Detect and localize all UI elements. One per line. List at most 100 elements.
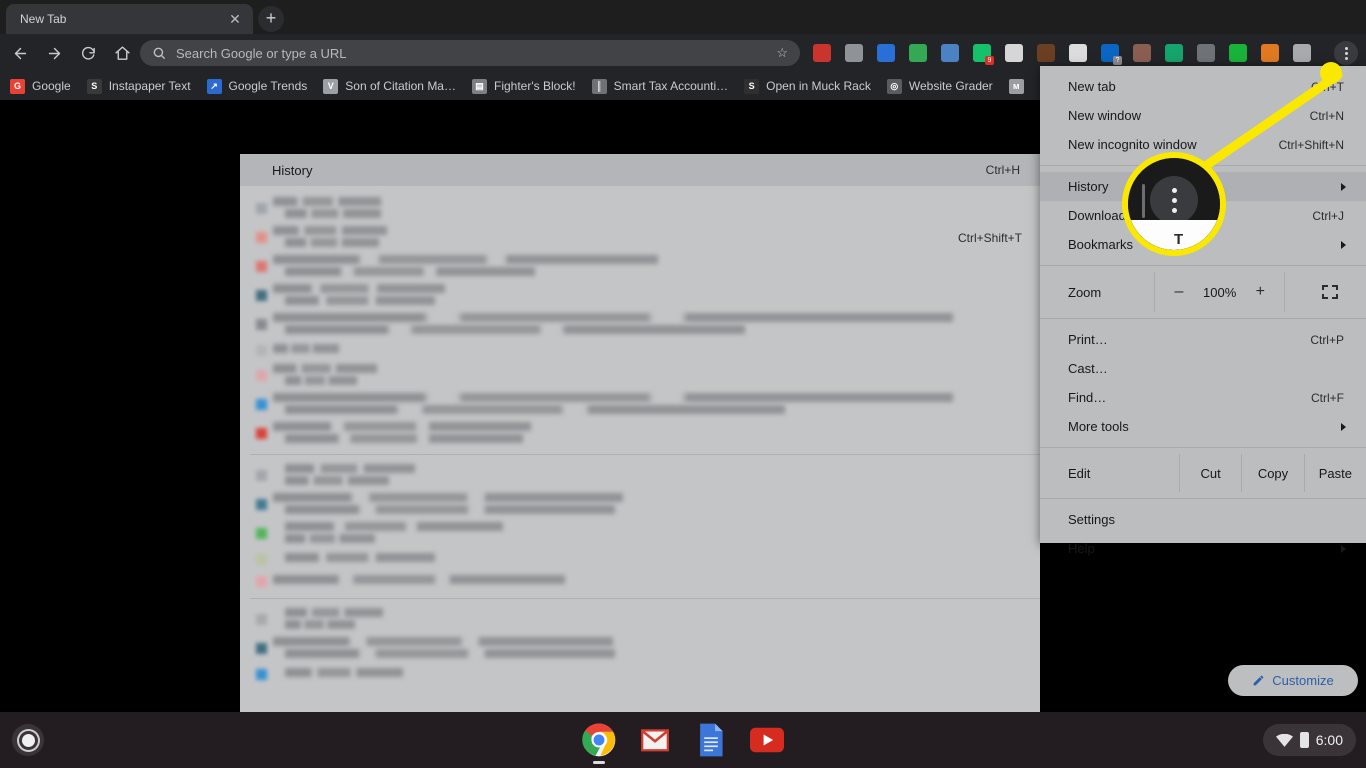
blurred-text-line [285, 208, 381, 218]
history-submenu-header[interactable]: History Ctrl+H [240, 154, 1040, 186]
system-status-tray[interactable]: 6:00 [1262, 724, 1356, 756]
ext-grammarly[interactable] [1165, 44, 1183, 62]
ext-cloud[interactable] [1197, 44, 1215, 62]
history-entry[interactable] [240, 390, 1040, 419]
history-entry-text [273, 636, 1020, 661]
history-entry[interactable]: Ctrl+Shift+T [240, 223, 1040, 252]
history-entry[interactable] [240, 461, 1040, 490]
ext-linkedin[interactable]: ? [1101, 44, 1122, 65]
fighters-block-icon: ▤ [471, 78, 487, 94]
menu-item-cast[interactable]: Cast… [1040, 354, 1366, 383]
history-entry[interactable] [240, 281, 1040, 310]
ext-door[interactable] [813, 44, 831, 62]
ext-brown-circle[interactable] [1133, 44, 1151, 62]
fullscreen-icon [1321, 285, 1338, 299]
three-dot-menu-icon[interactable] [1334, 41, 1358, 65]
instapaper-icon: S [86, 78, 102, 94]
bookmark-item[interactable]: S Open in Muck Rack [744, 78, 871, 94]
copy-button[interactable]: Copy [1242, 454, 1305, 492]
history-entry-text [273, 312, 1020, 337]
history-entry[interactable] [240, 519, 1040, 548]
history-entry[interactable] [240, 194, 1040, 223]
history-entry[interactable] [240, 570, 1040, 592]
history-entry[interactable] [240, 339, 1040, 361]
menu-item-shortcut: Ctrl+P [1310, 332, 1344, 347]
muckrack-icon: S [744, 78, 760, 94]
gmail-app-icon[interactable] [635, 720, 675, 760]
menu-item-print[interactable]: Print… Ctrl+P [1040, 325, 1366, 354]
history-entry-text [273, 421, 1020, 446]
close-icon[interactable]: ✕ [227, 11, 243, 27]
paste-button[interactable]: Paste [1305, 454, 1366, 492]
history-entry[interactable] [240, 310, 1040, 339]
ext-screenshot[interactable] [941, 44, 959, 62]
ext-ghost[interactable] [1005, 44, 1023, 62]
ext-flame[interactable] [1261, 44, 1279, 62]
submenu-arrow-icon [1341, 240, 1346, 249]
magnifier-letter: T [1174, 231, 1184, 248]
launcher-circle-icon[interactable] [12, 724, 44, 756]
ext-calculator[interactable] [1069, 44, 1087, 62]
ext-blue-square[interactable] [877, 44, 895, 62]
forward-arrow-icon[interactable] [40, 39, 68, 67]
menu-item-find[interactable]: Find… Ctrl+F [1040, 383, 1366, 412]
menu-item-label: History [1068, 179, 1109, 194]
tab-new-tab[interactable]: New Tab ✕ [6, 4, 253, 34]
history-entry[interactable] [240, 252, 1040, 281]
ext-google-drive[interactable] [909, 44, 927, 62]
ext-pen[interactable] [845, 44, 863, 62]
back-arrow-icon[interactable] [6, 39, 34, 67]
history-entry-text [273, 392, 1020, 417]
favicon [256, 428, 267, 439]
customize-button[interactable]: Customize [1228, 665, 1358, 696]
reload-icon[interactable] [74, 39, 102, 67]
zoom-in-button[interactable]: + [1236, 272, 1284, 312]
ext-gray-box[interactable] [1293, 44, 1311, 62]
blurred-text-line [285, 607, 383, 617]
blurred-text-line [273, 312, 953, 322]
menu-item-label: Cast… [1068, 361, 1108, 376]
history-entry-text [273, 492, 1020, 517]
bookmark-item[interactable]: ↗ Google Trends [206, 78, 307, 94]
history-entry[interactable] [240, 490, 1040, 519]
star-icon[interactable]: ☆ [776, 45, 788, 61]
menu-item-shortcut: Ctrl+N [1309, 108, 1344, 123]
menu-item-new-window[interactable]: New window Ctrl+N [1040, 101, 1366, 130]
bookmark-item[interactable]: ᴍ [1008, 78, 1031, 94]
youtube-app-icon[interactable] [747, 720, 787, 760]
menu-item-settings[interactable]: Settings [1040, 505, 1366, 534]
history-entry[interactable] [240, 548, 1040, 570]
blurred-text-line [273, 492, 623, 502]
ext-grammarly-green[interactable]: 9 [973, 44, 994, 65]
menu-item-new-tab[interactable]: New tab Ctrl+T [1040, 72, 1366, 101]
zoom-out-button[interactable]: – [1155, 272, 1203, 312]
history-entry[interactable] [240, 419, 1040, 448]
history-entry-text [273, 553, 1020, 565]
menu-item-new-incognito-window[interactable]: New incognito window Ctrl+Shift+N [1040, 130, 1366, 159]
blurred-text-line [285, 375, 357, 385]
bookmark-item[interactable]: ◎ Website Grader [886, 78, 993, 94]
history-entry[interactable] [240, 361, 1040, 390]
blurred-text-line [285, 266, 535, 276]
history-entry[interactable] [240, 663, 1040, 685]
fullscreen-button[interactable] [1284, 272, 1366, 312]
bookmark-item[interactable]: ▤ Fighter's Block! [471, 78, 576, 94]
home-icon[interactable] [108, 39, 136, 67]
menu-item-help[interactable]: Help [1040, 534, 1366, 563]
bookmark-item[interactable]: ║ Smart Tax Accounti… [591, 78, 728, 94]
bookmark-item[interactable]: G Google [10, 78, 71, 94]
cut-button[interactable]: Cut [1180, 454, 1243, 492]
bookmark-item[interactable]: S Instapaper Text [86, 78, 191, 94]
plus-icon[interactable]: + [258, 6, 284, 32]
bookmark-item[interactable]: V Son of Citation Ma… [323, 78, 456, 94]
history-divider [250, 598, 1040, 599]
google-docs-app-icon[interactable] [691, 720, 731, 760]
menu-item-more-tools[interactable]: More tools [1040, 412, 1366, 441]
history-entry[interactable] [240, 634, 1040, 663]
search-input[interactable]: Search Google or type a URL ☆ [140, 40, 800, 66]
chrome-app-icon[interactable] [579, 720, 619, 764]
ext-face[interactable] [1037, 44, 1055, 62]
history-entry[interactable] [240, 605, 1040, 634]
ext-green-pin[interactable] [1229, 44, 1247, 62]
blurred-text-line [273, 363, 377, 373]
